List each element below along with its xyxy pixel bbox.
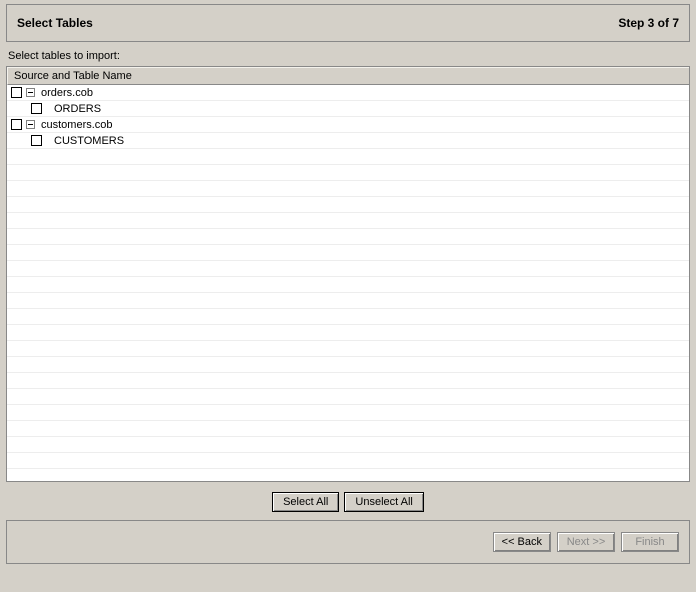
row-checkbox[interactable] [11,87,22,98]
unselect-all-button[interactable]: Unselect All [344,492,423,512]
empty-row [7,213,689,229]
empty-row [7,421,689,437]
empty-row [7,277,689,293]
empty-row [7,309,689,325]
empty-row [7,357,689,373]
tree-row[interactable]: CUSTOMERS [7,133,689,149]
row-checkbox[interactable] [31,103,42,114]
collapse-icon[interactable] [26,88,35,97]
row-checkbox[interactable] [11,119,22,130]
empty-row [7,197,689,213]
empty-row [7,261,689,277]
next-button: Next >> [557,532,615,552]
empty-row [7,437,689,453]
page-title: Select Tables [17,16,93,30]
selection-buttons: Select All Unselect All [6,482,690,520]
empty-row [7,405,689,421]
instruction-label: Select tables to import: [8,50,688,62]
empty-row [7,453,689,469]
wizard-footer: << Back Next >> Finish [6,520,690,564]
column-header[interactable]: Source and Table Name [7,67,689,85]
empty-row [7,149,689,165]
tree-label: orders.cob [41,87,93,99]
empty-row [7,229,689,245]
tables-list-frame: Source and Table Name orders.cob ORDERS cu… [6,66,690,482]
collapse-icon[interactable] [26,120,35,129]
tree-row[interactable]: customers.cob [7,117,689,133]
wizard-header: Select Tables Step 3 of 7 [6,4,690,42]
empty-row [7,389,689,405]
empty-row [7,373,689,389]
tree-label: ORDERS [54,103,101,115]
step-indicator: Step 3 of 7 [618,16,679,30]
tree-body: orders.cob ORDERS customers.cob CUSTOMERS [7,85,689,469]
empty-row [7,245,689,261]
back-button[interactable]: << Back [493,532,551,552]
row-checkbox[interactable] [31,135,42,146]
empty-row [7,293,689,309]
empty-row [7,181,689,197]
empty-row [7,325,689,341]
tree-label: customers.cob [41,119,113,131]
empty-row [7,165,689,181]
tree-row[interactable]: ORDERS [7,101,689,117]
finish-button: Finish [621,532,679,552]
tree-row[interactable]: orders.cob [7,85,689,101]
empty-row [7,341,689,357]
tree-label: CUSTOMERS [54,135,124,147]
wizard-container: Select Tables Step 3 of 7 Select tables … [0,0,696,592]
select-all-button[interactable]: Select All [272,492,339,512]
